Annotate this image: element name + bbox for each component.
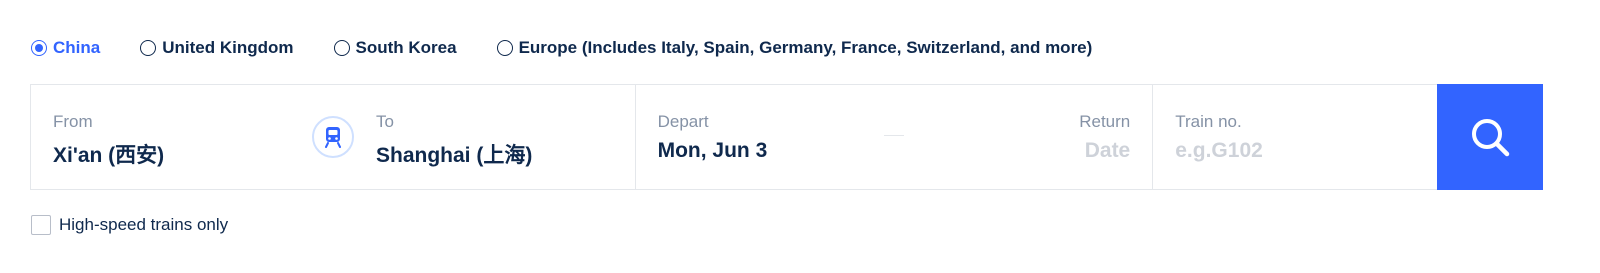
region-label-europe: Europe (Includes Italy, Spain, Germany, … [518, 38, 1093, 57]
train-number-field[interactable]: Train no. [1153, 85, 1437, 189]
return-date-placeholder[interactable]: Date [1085, 139, 1131, 163]
region-selector: China United Kingdom South Korea Europe … [31, 36, 1092, 60]
from-station-value[interactable]: Xi'an (西安) [53, 139, 164, 169]
high-speed-label: High-speed trains only [59, 215, 229, 234]
region-label-china: China [53, 38, 101, 57]
region-option-europe[interactable]: Europe (Includes Italy, Spain, Germany, … [496, 38, 1093, 58]
train-search-form: From Xi'an (西安) To Shanghai (上海) Depart … [30, 84, 1543, 190]
to-station-value[interactable]: Shanghai (上海) [376, 139, 532, 169]
region-option-united-kingdom[interactable]: United Kingdom [140, 38, 294, 58]
train-number-input[interactable] [1175, 139, 1416, 163]
radio-europe[interactable] [496, 40, 513, 56]
to-label: To [376, 112, 394, 131]
depart-date-value[interactable]: Mon, Jun 3 [658, 139, 768, 163]
train-number-label: Train no. [1175, 112, 1242, 131]
region-option-china[interactable]: China [31, 38, 100, 58]
region-label-united-kingdom: United Kingdom [162, 38, 294, 57]
swap-stations-button[interactable] [312, 116, 354, 158]
return-label: Return [1079, 112, 1131, 131]
high-speed-checkbox[interactable] [31, 215, 51, 235]
train-icon [325, 127, 341, 148]
region-label-south-korea: South Korea [355, 38, 457, 57]
high-speed-only-option[interactable]: High-speed trains only [31, 215, 228, 235]
from-label: From [53, 112, 93, 131]
radio-united-kingdom[interactable] [140, 40, 157, 56]
search-button[interactable] [1437, 84, 1543, 190]
radio-south-korea[interactable] [333, 40, 350, 56]
dates-field: Depart Mon, Jun 3 Return Date [636, 85, 1154, 189]
search-icon [1472, 119, 1510, 157]
depart-label: Depart [657, 112, 709, 131]
radio-china[interactable] [31, 40, 47, 56]
region-option-south-korea[interactable]: South Korea [333, 38, 457, 58]
from-to-field: From Xi'an (西安) To Shanghai (上海) [31, 85, 636, 189]
date-divider [883, 135, 904, 136]
